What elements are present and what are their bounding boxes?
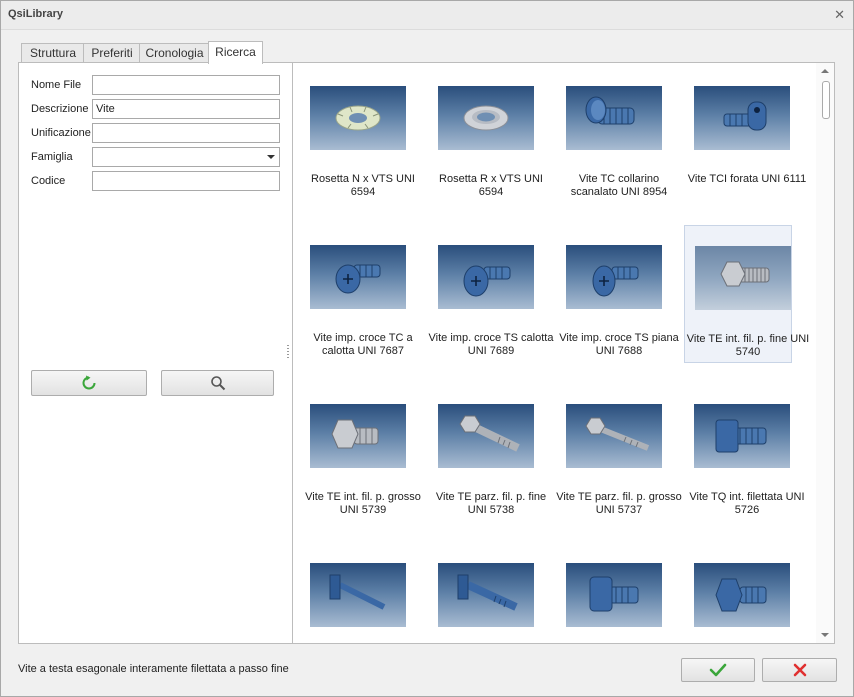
square-head-screw-icon: [694, 404, 790, 468]
reset-button[interactable]: [31, 370, 147, 396]
magnifier-icon: [210, 376, 225, 391]
hex-bolt-partial-coarse-icon: [566, 404, 662, 468]
results-panel: Rosetta N x VTS UNI 6594 Rosetta R x VTS…: [292, 62, 835, 644]
result-item[interactable]: Vite TE int. fil. p. grosso UNI 5739: [300, 384, 421, 520]
result-item[interactable]: Vite TC collarino scanalato UNI 8954: [556, 66, 667, 202]
tab-ricerca[interactable]: Ricerca: [208, 41, 263, 64]
result-item[interactable]: [300, 543, 406, 643]
result-item[interactable]: [556, 543, 662, 643]
result-caption: Vite TQ int. filettata UNI 5726: [689, 491, 805, 516]
result-item[interactable]: Rosetta N x VTS UNI 6594: [300, 66, 415, 202]
hex-screw-coarse-icon: [310, 404, 406, 468]
result-caption: Vite TE parz. fil. p. fine UNI 5738: [435, 491, 547, 516]
descrizione-input[interactable]: Vite: [92, 99, 280, 119]
result-item[interactable]: Rosetta R x VTS UNI 6594: [428, 66, 543, 202]
nome-file-input[interactable]: [92, 75, 280, 95]
result-item[interactable]: Vite TQ int. filettata UNI 5726: [684, 384, 805, 520]
hex-screw-fine-icon: [695, 246, 791, 310]
cross-icon: [793, 663, 806, 677]
result-caption: Vite imp. croce TC a calotta UNI 7687: [313, 332, 413, 357]
main-window: QsiLibrary ✕ Struttura Preferiti Cronolo…: [0, 0, 854, 697]
flat-countersunk-screw-icon: [566, 245, 662, 309]
result-item[interactable]: Vite imp. croce TS piana UNI 7688: [556, 225, 679, 361]
result-caption: Rosetta R x VTS UNI 6594: [439, 173, 543, 198]
unificazione-input[interactable]: [92, 123, 280, 143]
check-icon: [709, 663, 727, 677]
result-caption: Rosetta N x VTS UNI 6594: [311, 173, 415, 198]
ok-button[interactable]: [681, 658, 755, 682]
result-item[interactable]: [428, 543, 534, 643]
result-item[interactable]: Vite TE parz. fil. p. fine UNI 5738: [428, 384, 546, 520]
scrollbar-thumb[interactable]: [822, 81, 830, 119]
cancel-button[interactable]: [762, 658, 837, 682]
result-item[interactable]: Vite imp. croce TS calotta UNI 7689: [428, 225, 553, 361]
splitter-handle[interactable]: [287, 345, 289, 359]
codice-input[interactable]: [92, 171, 280, 191]
result-caption: Vite TCI forata UNI 6111: [687, 173, 807, 185]
collar-screw-icon: [566, 86, 662, 150]
result-item[interactable]: [684, 543, 790, 643]
codice-label: Codice: [31, 175, 66, 187]
pan-cross-screw-icon: [310, 245, 406, 309]
result-item-selected[interactable]: Vite TE int. fil. p. fine UNI 5740: [684, 225, 809, 363]
refresh-icon: [82, 375, 96, 390]
result-caption: Vite TC collarino scanalato UNI 8954: [570, 173, 668, 198]
result-caption: Vite TE parz. fil. p. grosso UNI 5737: [556, 491, 682, 516]
window-title: QsiLibrary: [8, 8, 64, 20]
result-caption: Vite TE int. fil. p. fine UNI 5740: [686, 333, 810, 358]
result-item[interactable]: Vite TCI forata UNI 6111: [684, 66, 806, 202]
t-head-bolt-icon: [310, 563, 406, 627]
drilled-socket-screw-icon: [694, 86, 790, 150]
hex-bolt-partial-fine-icon: [438, 404, 534, 468]
t-head-bolt-threaded-icon: [438, 563, 534, 627]
result-caption: Vite TE int. fil. p. grosso UNI 5739: [305, 491, 421, 516]
tab-cronologia[interactable]: Cronologia: [139, 43, 210, 63]
result-item[interactable]: Vite TE parz. fil. p. grosso UNI 5737: [556, 384, 682, 520]
famiglia-combo[interactable]: [92, 147, 280, 167]
results-grid: Rosetta N x VTS UNI 6594 Rosetta R x VTS…: [293, 63, 813, 643]
search-panel: Nome File Descrizione Vite Unificazione …: [18, 62, 293, 644]
selected-description: Vite a testa esagonale interamente filet…: [18, 663, 289, 675]
raised-countersunk-screw-icon: [438, 245, 534, 309]
unificazione-label: Unificazione: [31, 127, 91, 139]
blue-hex-collar-screw-icon: [694, 563, 790, 627]
famiglia-label: Famiglia: [31, 151, 73, 163]
blue-collar-screw-icon: [566, 563, 662, 627]
result-caption: Vite imp. croce TS piana UNI 7688: [559, 332, 679, 357]
close-icon[interactable]: ✕: [834, 7, 845, 23]
scroll-up-arrow-icon[interactable]: [821, 69, 829, 73]
title-bar: QsiLibrary ✕: [1, 1, 853, 30]
result-item[interactable]: Vite imp. croce TC a calotta UNI 7687: [300, 225, 413, 361]
search-button[interactable]: [161, 370, 274, 396]
descrizione-label: Descrizione: [31, 103, 89, 115]
countersunk-washer-icon: [438, 86, 534, 150]
nome-file-label: Nome File: [31, 79, 82, 91]
chevron-down-icon[interactable]: [267, 155, 275, 159]
toothed-washer-icon: [310, 86, 406, 150]
result-caption: Vite imp. croce TS calotta UNI 7689: [428, 332, 554, 357]
scroll-down-arrow-icon[interactable]: [821, 633, 829, 637]
tab-struttura[interactable]: Struttura: [21, 43, 85, 63]
results-scrollbar[interactable]: [816, 63, 834, 643]
tab-preferiti[interactable]: Preferiti: [83, 43, 141, 63]
